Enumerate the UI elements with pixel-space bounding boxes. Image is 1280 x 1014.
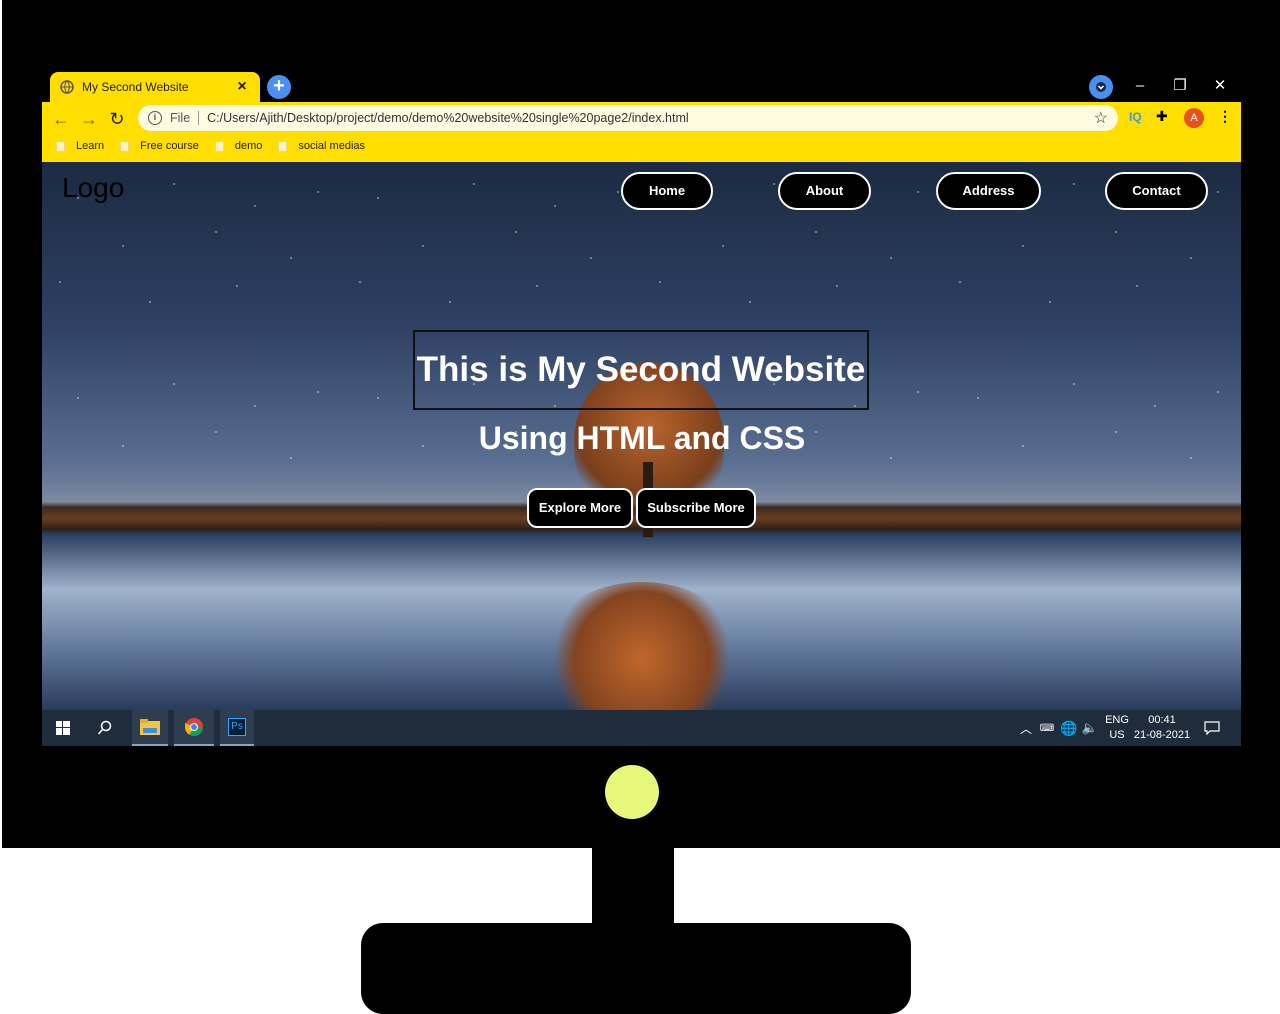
reload-icon[interactable]: ↻: [106, 108, 128, 130]
info-icon[interactable]: i: [148, 111, 162, 125]
browser-window: My Second Website × + – ❐ ✕ ← → ↻ i File…: [42, 70, 1241, 746]
back-arrow-icon[interactable]: ←: [50, 108, 72, 130]
nav-contact[interactable]: Contact: [1105, 172, 1208, 210]
minimize-button[interactable]: –: [1120, 74, 1160, 98]
nav-about[interactable]: About: [778, 172, 871, 210]
nav-home[interactable]: Home: [621, 172, 713, 210]
bookmark-demo[interactable]: demo: [214, 140, 262, 152]
notification-icon[interactable]: [1200, 710, 1224, 746]
photoshop-taskbar-icon[interactable]: Ps: [220, 710, 254, 746]
bookmark-star-icon[interactable]: ☆: [1094, 108, 1108, 128]
new-tab-button[interactable]: +: [267, 75, 291, 99]
nav-address[interactable]: Address: [936, 172, 1041, 210]
close-window-button[interactable]: ✕: [1200, 74, 1240, 98]
close-tab-icon[interactable]: ×: [234, 78, 250, 96]
page-viewport: Logo Home About Address Contact This is …: [42, 162, 1241, 710]
restore-button[interactable]: ❐: [1160, 74, 1200, 98]
folder-icon: [278, 140, 288, 152]
address-bar[interactable]: i File C:/Users/Ajith/Desktop/project/de…: [138, 105, 1118, 131]
photoshop-icon: Ps: [228, 718, 246, 736]
hero-title: This is My Second Website: [413, 330, 869, 410]
tab-title: My Second Website: [82, 80, 189, 94]
windows-start-icon[interactable]: [50, 710, 76, 746]
iq-extension-icon[interactable]: IQ: [1129, 110, 1142, 124]
clock-date[interactable]: 21-08-2021: [1132, 729, 1192, 741]
windows-logo-icon: [56, 721, 70, 735]
magnifier-icon: [97, 720, 112, 735]
clock-time[interactable]: 00:41: [1132, 714, 1192, 726]
forward-arrow-icon[interactable]: →: [78, 108, 100, 130]
bookmark-free-course[interactable]: Free course: [120, 140, 199, 152]
site-logo[interactable]: Logo: [62, 172, 124, 204]
globe-icon: [60, 80, 74, 94]
chrome-icon: [185, 718, 203, 737]
monitor-base: [361, 923, 911, 1014]
tab-my-second-website[interactable]: My Second Website ×: [50, 72, 260, 102]
profile-avatar[interactable]: A: [1184, 108, 1204, 128]
language-indicator[interactable]: ENG: [1104, 714, 1130, 726]
bookmark-social-medias[interactable]: social medias: [278, 140, 365, 152]
more-menu-icon[interactable]: ⋮: [1218, 108, 1232, 125]
folder-icon: [120, 140, 130, 152]
chevron-down-icon: [1096, 82, 1106, 92]
tree-reflection: [547, 582, 737, 710]
search-icon[interactable]: [90, 710, 120, 746]
folder-icon: [214, 140, 224, 152]
bookmark-learn[interactable]: Learn: [56, 140, 104, 152]
chat-bubble-icon: [1204, 721, 1220, 735]
monitor-neck: [592, 846, 674, 928]
folder-icon: [56, 140, 65, 152]
puzzle-extensions-icon[interactable]: ✚: [1156, 108, 1168, 125]
file-explorer-icon[interactable]: [132, 710, 168, 746]
explore-more-button[interactable]: Explore More: [527, 488, 633, 528]
chevron-up-icon[interactable]: ︿: [1018, 710, 1034, 746]
tab-search-button[interactable]: [1089, 75, 1113, 99]
windows-taskbar: Ps ︿ ⌨ 🌐 🔈 ENG US 00:41 21-08-2021: [42, 710, 1241, 746]
power-indicator: [605, 765, 659, 819]
hero-subtitle: Using HTML and CSS: [478, 420, 806, 456]
bookmarks-bar: Learn Free course demo social medias: [42, 136, 367, 156]
url-text[interactable]: C:/Users/Ajith/Desktop/project/demo/demo…: [207, 111, 1094, 125]
folder-icon: [140, 719, 160, 735]
keyboard-icon[interactable]: ⌨: [1038, 710, 1056, 746]
tab-strip: My Second Website × + – ❐ ✕: [42, 70, 1241, 102]
browser-toolbar: ← → ↻ i File C:/Users/Ajith/Desktop/proj…: [42, 102, 1241, 162]
url-scheme: File: [170, 111, 200, 125]
volume-icon[interactable]: 🔈: [1080, 710, 1100, 746]
region-indicator[interactable]: US: [1104, 729, 1130, 741]
chrome-taskbar-icon[interactable]: [174, 710, 214, 746]
subscribe-more-button[interactable]: Subscribe More: [636, 488, 756, 528]
network-globe-icon[interactable]: 🌐: [1060, 710, 1078, 746]
